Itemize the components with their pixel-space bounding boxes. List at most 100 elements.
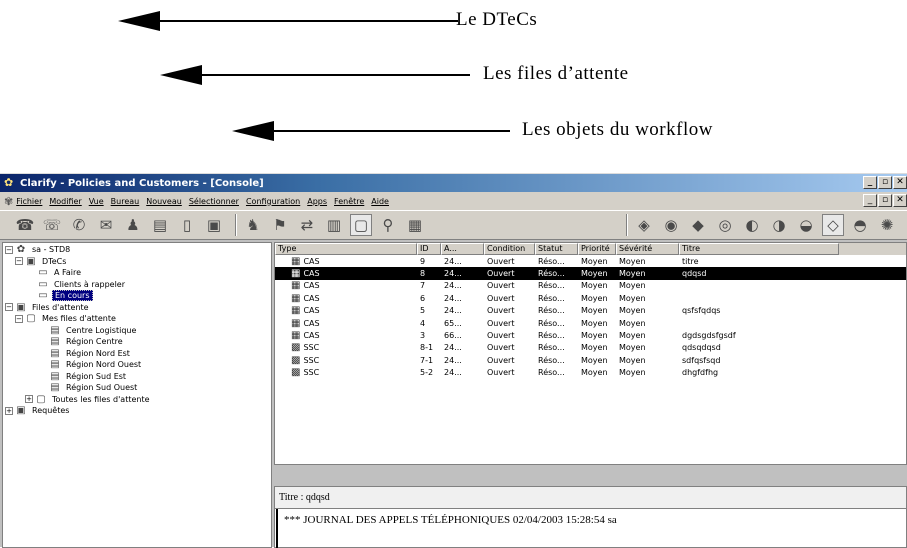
mdi-close-button[interactable]: ✕ [893,194,907,207]
cell-a: 66... [441,331,484,340]
workflow-dispatch-icon[interactable]: ◑ [768,214,790,236]
workflow-open-icon[interactable]: ◈ [633,214,655,236]
tree-node-region-centre[interactable]: ▤ Région Centre [3,336,271,348]
mdi-restore-button[interactable]: ▫ [878,194,892,207]
table-row[interactable]: ▦ CAS 5 24... Ouvert Réso... Moyen Moyen qsfsfqd… [275,305,906,317]
route-icon[interactable]: ⚑ [269,214,291,236]
menu-fenetre[interactable]: Fenêtre [334,197,364,206]
transfer-icon[interactable]: ⇄ [296,214,318,236]
column-header-a[interactable]: A... [441,243,484,255]
cell-text: 24... [444,343,462,353]
cell-text: Réso... [538,256,565,266]
table-row[interactable]: ▦ CAS 3 66... Ouvert Réso... Moyen Moyen dgdsgds… [275,329,906,341]
table-row[interactable]: ▦ CAS 7 24... Ouvert Réso... Moyen Moyen [275,280,906,292]
mdi-minimize-button[interactable]: _ [863,194,877,207]
console-menu-icon[interactable]: ✾ [4,195,13,208]
workflow-reject-icon[interactable]: ◒ [795,214,817,236]
tree-node-a-faire[interactable]: ▭ A Faire [3,267,271,279]
tree-node-region-nord-est[interactable]: ▤ Région Nord Est [3,348,271,360]
assign-icon[interactable]: ♞ [242,214,264,236]
workflow-extra-icon[interactable]: ✺ [876,214,898,236]
expand-icon[interactable]: + [25,395,33,404]
cell-titre: titre [679,257,839,266]
cell-stat: Réso... [535,257,578,266]
menu-configuration[interactable]: Configuration [246,197,300,206]
document-icon[interactable]: ▯ [176,214,198,236]
menu-selectionner[interactable]: Sélectionner [189,197,239,206]
table-row[interactable]: ▦ CAS 4 65... Ouvert Réso... Moyen Moyen [275,317,906,329]
tree-node-mes-files[interactable]: − ▢ Mes files d'attente [3,313,271,325]
contact-icon[interactable]: ✆ [68,214,90,236]
close-button[interactable]: ✕ [893,176,907,189]
column-header-condition[interactable]: Condition [484,243,535,255]
column-header-statut[interactable]: Statut [535,243,578,255]
menu-fichier[interactable]: Fichier [16,197,42,206]
table-row[interactable]: ▩ SSC 5-2 24... Ouvert Réso... Moyen Moyen dhgfd… [275,367,906,379]
tree-node-dtecs[interactable]: − ▣ DTeCs [3,256,271,268]
column-header-titre[interactable]: Titre [679,243,839,255]
phone-icon[interactable]: ☎ [14,214,36,236]
dispatch-icon[interactable]: ✉ [95,214,117,236]
window-controls: _ ▫ ✕ [862,176,907,189]
collapse-icon[interactable]: − [15,257,23,266]
detail-body[interactable]: *** JOURNAL DES APPELS TÉLÉPHONIQUES 02/… [276,509,906,548]
collapse-icon[interactable]: − [15,314,23,323]
tree-node-root[interactable]: − ✿ sa - STD8 [3,244,271,256]
tree-node-region-sud-ouest[interactable]: ▤ Région Sud Ouest [3,382,271,394]
workflow-forward-icon[interactable]: ◆ [687,214,709,236]
table-row[interactable]: ▦ CAS 6 24... Ouvert Réso... Moyen Moyen [275,292,906,304]
cell-text: 3 [420,331,426,341]
cell-prio: Moyen [578,306,616,315]
cell-text: CAS [303,318,320,328]
column-header-priorite[interactable]: Priorité [578,243,616,255]
cabinet-icon: ▣ [16,301,26,313]
tree-node-requetes[interactable]: + ▣ Requêtes [3,405,271,417]
drawer-icon: ▭ [38,290,48,302]
tree-node-files[interactable]: − ▣ Files d'attente [3,302,271,314]
person-icon[interactable]: ♟ [122,214,144,236]
workflow-status-icon[interactable]: ◓ [849,214,871,236]
collapse-icon[interactable]: − [5,245,13,254]
cell-text: Réso... [538,355,565,365]
menu-apps[interactable]: Apps [307,197,327,206]
workflow-accept-icon[interactable]: ◉ [660,214,682,236]
search-icon[interactable]: ⚲ [377,214,399,236]
menu-bureau[interactable]: Bureau [111,197,140,206]
table-row[interactable]: ▦ CAS 8 24... Ouvert Réso... Moyen Moyen qdqsd [275,267,906,280]
calendar-icon[interactable]: ▦ [404,214,426,236]
cell-type: ▦ CAS [275,280,417,291]
navigation-tree[interactable]: − ✿ sa - STD8 − ▣ DTeCs ▭ A Faire ▭ Clie… [2,242,272,548]
cell-cond: Ouvert [484,343,535,352]
queue-icon[interactable]: ▥ [323,214,345,236]
workflow-object-list[interactable]: Type ID A... Condition Statut Priorité S… [274,242,907,465]
collapse-icon[interactable]: − [5,303,13,312]
minimize-button[interactable]: _ [863,176,877,189]
menu-modifier[interactable]: Modifier [49,197,81,206]
menu-aide[interactable]: Aide [371,197,389,206]
tree-node-region-nord-ouest[interactable]: ▤ Région Nord Ouest [3,359,271,371]
mdi-controls: _ ▫ ✕ [862,194,907,207]
maximize-button[interactable]: ▫ [878,176,892,189]
console-icon[interactable]: ▢ [350,214,372,236]
workflow-yank-icon[interactable]: ◎ [714,214,736,236]
bin-icon[interactable]: ▤ [149,214,171,236]
table-row[interactable]: ▦ CAS 9 24... Ouvert Réso... Moyen Moyen titre [275,255,906,267]
menu-vue[interactable]: Vue [89,197,104,206]
tree-node-centre-logistique[interactable]: ▤ Centre Logistique [3,325,271,337]
table-row[interactable]: ▩ SSC 7-1 24... Ouvert Réso... Moyen Moyen sdfqs… [275,354,906,366]
menu-nouveau[interactable]: Nouveau [146,197,182,206]
column-header-severite[interactable]: Sévérité [616,243,679,255]
workflow-move-icon[interactable]: ◐ [741,214,763,236]
tree-node-clients[interactable]: ▭ Clients à rappeler [3,279,271,291]
user-phone-icon[interactable]: ☏ [41,214,63,236]
column-header-type[interactable]: Type [275,243,417,255]
expand-icon[interactable]: + [5,406,13,415]
tree-node-en-cours[interactable]: ▭ En cours [3,290,271,302]
column-header-id[interactable]: ID [417,243,441,255]
cell-text: Moyen [619,331,646,341]
folder-icon[interactable]: ▣ [203,214,225,236]
table-row[interactable]: ▩ SSC 8-1 24... Ouvert Réso... Moyen Moyen qdsqd… [275,342,906,354]
tree-node-region-sud-est[interactable]: ▤ Région Sud Est [3,371,271,383]
tree-node-toutes-files[interactable]: + ▢ Toutes les files d'attente [3,394,271,406]
workflow-close-icon[interactable]: ◇ [822,214,844,236]
